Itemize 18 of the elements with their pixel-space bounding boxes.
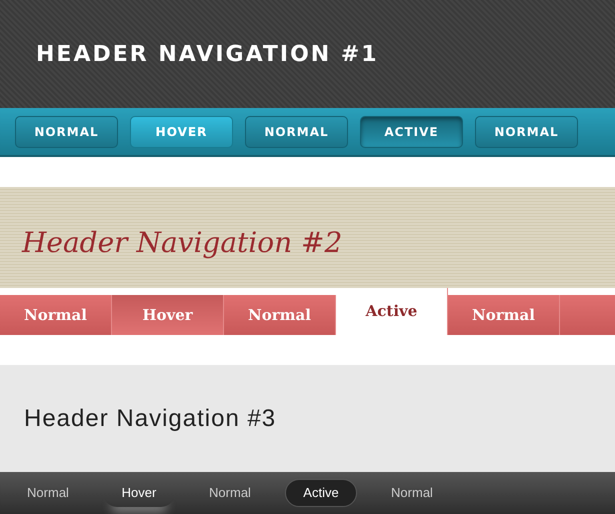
nav-tab[interactable]: Hover bbox=[112, 295, 224, 335]
nav-button[interactable]: NORMAL bbox=[245, 116, 348, 148]
nav-tab[interactable]: Normal bbox=[448, 295, 560, 335]
nav-link[interactable]: Normal bbox=[12, 479, 84, 507]
nav-tab[interactable]: Normal bbox=[224, 295, 336, 335]
nav-link[interactable]: Normal bbox=[376, 479, 448, 507]
header-title: Header Navigation #2 bbox=[22, 224, 342, 260]
nav-bar-end bbox=[560, 295, 615, 335]
header-title: HEADER NAVIGATION #1 bbox=[36, 40, 379, 68]
nav-link[interactable]: Normal bbox=[194, 479, 266, 507]
header-title: Header Navigation #3 bbox=[24, 404, 276, 434]
nav-button[interactable]: NORMAL bbox=[15, 116, 118, 148]
nav-tab[interactable]: Normal bbox=[0, 295, 112, 335]
nav-button[interactable]: NORMAL bbox=[475, 116, 578, 148]
nav-link[interactable]: Active bbox=[285, 479, 357, 507]
nav-link[interactable]: Hover bbox=[103, 479, 175, 507]
nav-button[interactable]: HOVER bbox=[130, 116, 233, 148]
nav-button[interactable]: ACTIVE bbox=[360, 116, 463, 148]
